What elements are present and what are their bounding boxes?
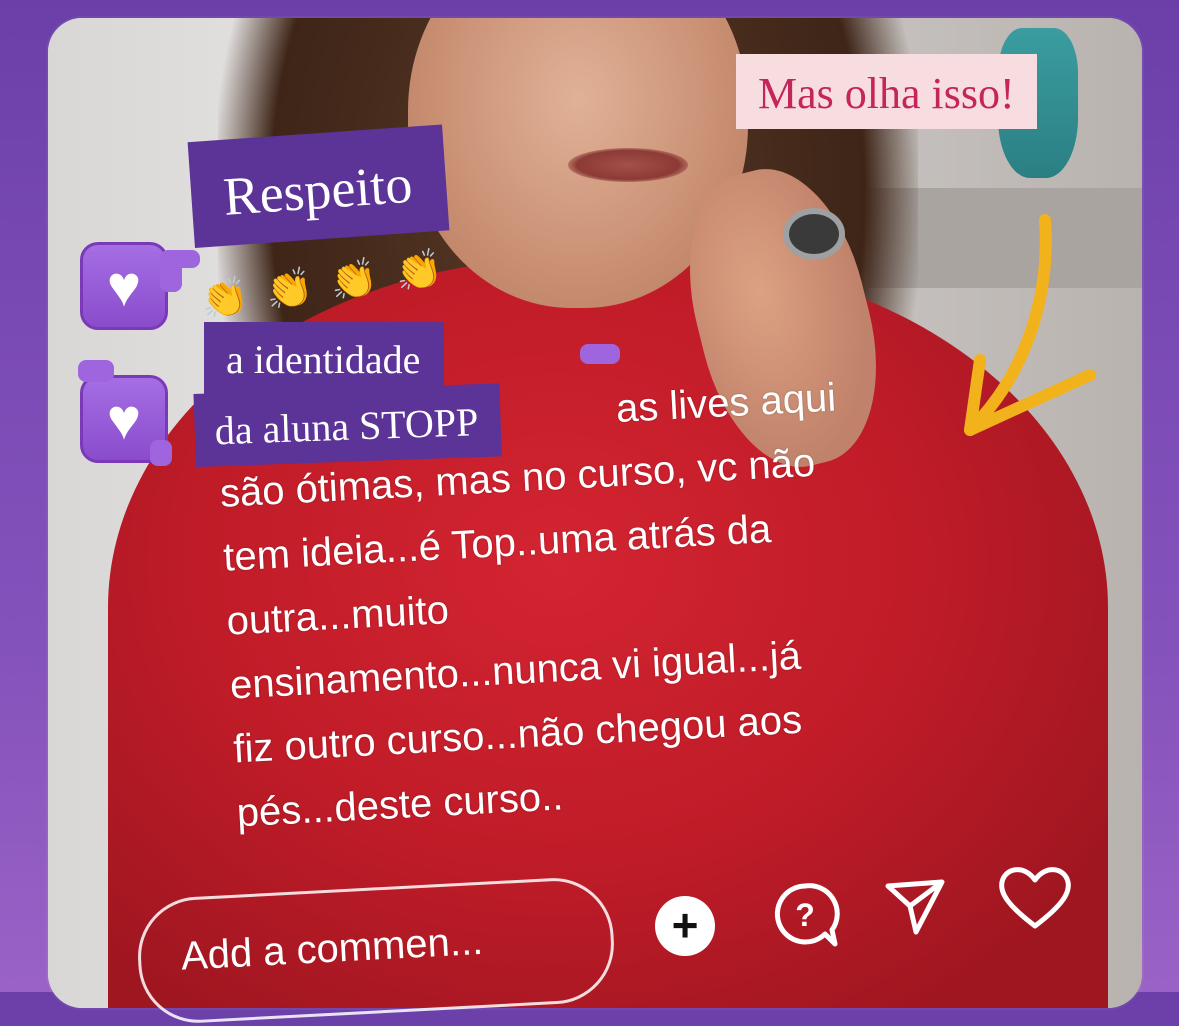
person-mouth xyxy=(568,148,688,182)
comment-input[interactable]: Add a commen... xyxy=(135,875,617,1026)
person-ring xyxy=(783,208,845,260)
send-icon[interactable] xyxy=(880,872,950,942)
plus-icon[interactable]: + xyxy=(655,896,715,956)
comment-text: as lives aqui são ótimas, mas no curso, … xyxy=(215,358,997,845)
sticker-identidade: a identidade xyxy=(204,322,445,395)
heart-badge-drip xyxy=(160,262,182,292)
sticker-respeito: Respeito xyxy=(187,124,450,248)
comment-placeholder: Add a commen... xyxy=(179,918,485,979)
heart-badge-drip xyxy=(150,440,172,466)
heart-outline-icon[interactable] xyxy=(996,862,1074,932)
heart-badge-drip xyxy=(580,344,620,364)
sticker-mas-olha-isso: Mas olha isso! xyxy=(736,54,1037,129)
heart-badge-drip xyxy=(78,360,114,382)
question-icon[interactable]: ? xyxy=(770,880,840,950)
heart-badge-icon: ♥ xyxy=(80,242,168,330)
svg-text:?: ? xyxy=(795,897,815,933)
